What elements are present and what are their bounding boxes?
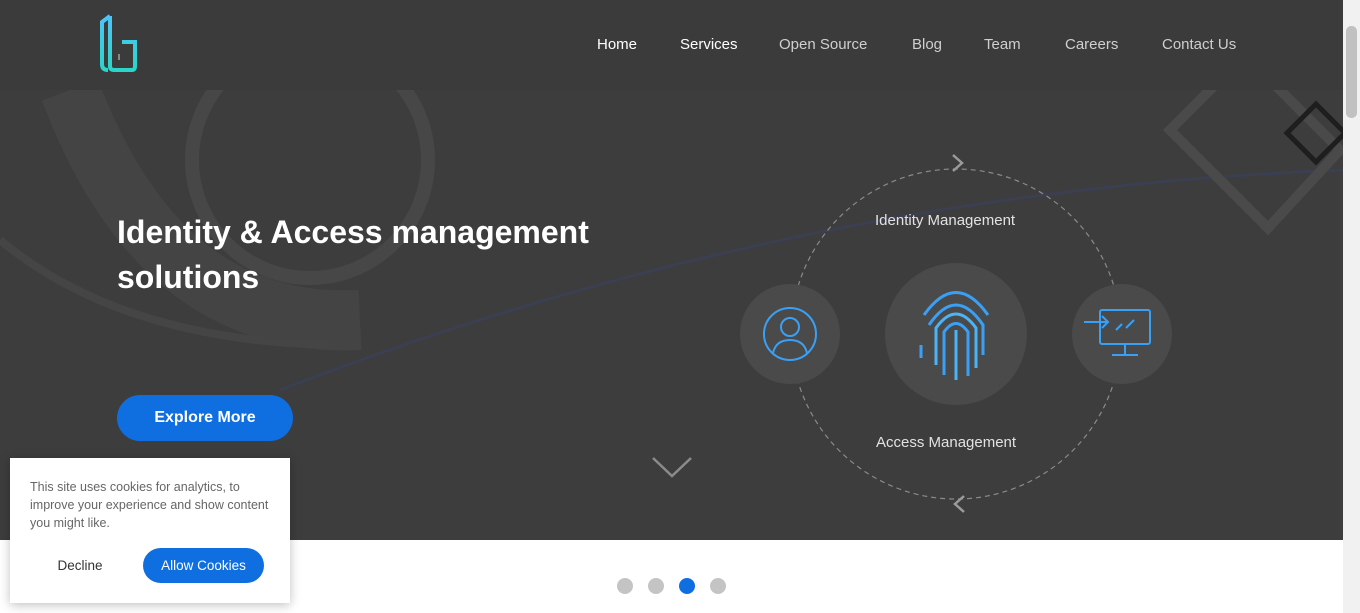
- hero-headline: Identity & Access management solutions: [117, 214, 589, 295]
- scroll-down-chevron-icon[interactable]: [650, 454, 694, 480]
- iam-diagram: Identity Management Access Management: [736, 150, 1176, 520]
- identity-management-label: Identity Management: [875, 212, 1016, 229]
- nav-services[interactable]: Services: [680, 36, 738, 53]
- user-icon: [740, 284, 840, 384]
- carousel-pagination: [617, 578, 737, 596]
- carousel-dot-4[interactable]: [710, 578, 726, 594]
- decline-cookies-button[interactable]: Decline: [30, 550, 130, 580]
- page-scrollbar[interactable]: [1343, 0, 1360, 613]
- explore-more-button[interactable]: Explore More: [117, 395, 293, 441]
- nav-team[interactable]: Team: [984, 36, 1021, 53]
- scrollbar-thumb[interactable]: [1346, 26, 1357, 118]
- main-nav: Home Services Open Source Blog Team Care…: [0, 36, 1343, 56]
- diagram-graphics: [740, 154, 1172, 513]
- carousel-dot-3[interactable]: [679, 578, 695, 594]
- access-management-label: Access Management: [876, 434, 1017, 451]
- nav-careers[interactable]: Careers: [1065, 36, 1118, 53]
- allow-cookies-button[interactable]: Allow Cookies: [143, 548, 264, 583]
- fingerprint-icon: [885, 263, 1027, 405]
- arrow-left-icon: [953, 495, 965, 513]
- cookie-banner: This site uses cookies for analytics, to…: [10, 458, 290, 603]
- header-bar: Home Services Open Source Blog Team Care…: [0, 0, 1343, 90]
- carousel-dot-2[interactable]: [648, 578, 664, 594]
- carousel-dot-1[interactable]: [617, 578, 633, 594]
- nav-home[interactable]: Home: [597, 36, 637, 53]
- nav-blog[interactable]: Blog: [912, 36, 942, 53]
- nav-open-source[interactable]: Open Source: [779, 36, 867, 53]
- nav-contact-us[interactable]: Contact Us: [1162, 36, 1236, 53]
- cookie-message: This site uses cookies for analytics, to…: [30, 480, 269, 530]
- arrow-right-icon: [952, 154, 964, 172]
- monitor-login-icon: [1072, 284, 1172, 384]
